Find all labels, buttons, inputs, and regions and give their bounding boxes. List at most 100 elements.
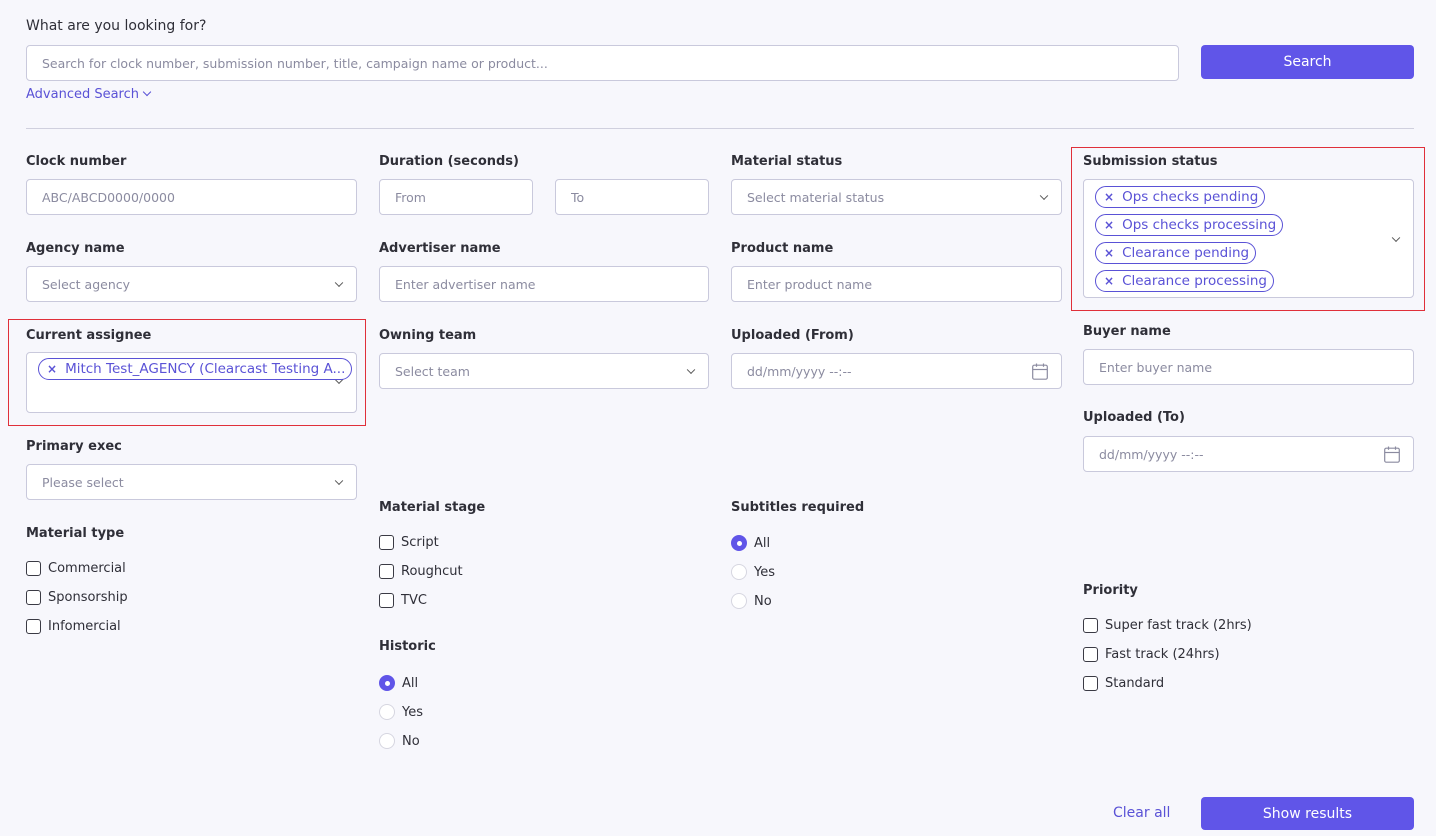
search-input[interactable] [26,45,1179,81]
duration-to-input[interactable] [555,179,709,215]
remove-tag-icon[interactable]: × [1104,190,1114,204]
option-label: Sponsorship [48,590,128,605]
advanced-search-label: Advanced Search [26,87,140,102]
tag-label: Clearance pending [1122,245,1250,261]
checkbox[interactable] [1083,676,1098,691]
chevron-down-icon [334,476,344,486]
tag-label: Ops checks pending [1122,189,1259,205]
clear-all-link[interactable]: Clear all [1113,805,1170,821]
material-status-label: Material status [731,154,843,169]
checkbox[interactable] [26,561,41,576]
option-label: Yes [402,704,423,720]
radio[interactable] [731,564,747,580]
search-heading: What are you looking for? [26,18,207,34]
product-name-input[interactable] [731,266,1062,302]
calendar-icon[interactable] [1384,446,1400,463]
radio-subtitles-no[interactable]: No [731,593,772,609]
subtitles-required-label: Subtitles required [731,500,865,515]
tag-label: Mitch Test_AGENCY (Clearcast Testing A..… [65,361,346,377]
checkbox[interactable] [379,593,394,608]
submission-status-multiselect[interactable]: × Ops checks pending × Ops checks processi… [1083,179,1414,298]
agency-select[interactable]: Select agency [26,266,357,302]
uploaded-from-input[interactable]: dd/mm/yyyy --:-- [731,353,1062,389]
radio-historic-yes[interactable]: Yes [379,704,423,720]
duration-from-input[interactable] [379,179,533,215]
calendar-icon[interactable] [1032,363,1048,380]
checkbox-super-fast-track[interactable]: Super fast track (2hrs) [1083,618,1252,633]
clock-number-label: Clock number [26,154,127,169]
buyer-name-label: Buyer name [1083,324,1171,339]
option-label: No [754,593,772,609]
radio-selected[interactable] [731,535,747,551]
option-label: No [402,733,420,749]
status-tag: × Clearance pending [1095,242,1257,264]
owning-team-placeholder: Select team [395,363,470,379]
radio[interactable] [731,593,747,609]
current-assignee-label: Current assignee [26,328,152,343]
radio-historic-all[interactable]: All [379,675,418,691]
option-label: Standard [1105,676,1165,691]
checkbox[interactable] [26,619,41,634]
checkbox[interactable] [379,564,394,579]
checkbox[interactable] [1083,618,1098,633]
primary-exec-label: Primary exec [26,439,122,454]
checkbox[interactable] [379,535,394,550]
product-name-label: Product name [731,241,834,256]
checkbox-tvc[interactable]: TVC [379,593,427,608]
priority-label: Priority [1083,583,1138,598]
uploaded-to-placeholder: dd/mm/yyyy --:-- [1099,446,1204,462]
option-label: TVC [401,593,427,608]
remove-tag-icon[interactable]: × [1104,218,1114,232]
uploaded-to-input[interactable]: dd/mm/yyyy --:-- [1083,436,1414,472]
checkbox-infomercial[interactable]: Infomercial [26,619,121,634]
advertiser-name-input[interactable] [379,266,709,302]
checkbox-script[interactable]: Script [379,535,439,550]
chevron-down-icon [1391,233,1401,242]
option-label: Roughcut [401,564,463,579]
chevron-down-icon [142,87,152,97]
radio[interactable] [379,733,395,749]
status-tag: × Ops checks processing [1095,214,1284,236]
owning-team-select[interactable]: Select team [379,353,709,389]
option-label: Fast track (24hrs) [1105,647,1220,662]
option-label: All [402,675,419,691]
option-label: Yes [754,564,775,580]
radio[interactable] [379,704,395,720]
uploaded-from-label: Uploaded (From) [731,328,854,343]
radio-historic-no[interactable]: No [379,733,420,749]
current-assignee-multiselect[interactable]: × Mitch Test_AGENCY (Clearcast Testing A.… [26,352,357,413]
chevron-down-icon [686,365,696,375]
agency-name-label: Agency name [26,241,125,256]
search-button[interactable]: Search [1201,45,1414,79]
agency-placeholder: Select agency [42,276,131,292]
radio-subtitles-yes[interactable]: Yes [731,564,775,580]
remove-tag-icon[interactable]: × [1104,246,1114,260]
radio-subtitles-all[interactable]: All [731,535,770,551]
chevron-down-icon [1039,191,1049,201]
buyer-name-input[interactable] [1083,349,1414,385]
checkbox-roughcut[interactable]: Roughcut [379,564,463,579]
status-tag: × Clearance processing [1095,270,1274,292]
checkbox-sponsorship[interactable]: Sponsorship [26,590,128,605]
chevron-down-icon [334,278,344,288]
remove-tag-icon[interactable]: × [1104,274,1114,288]
option-label: Script [401,535,439,550]
show-results-button[interactable]: Show results [1201,797,1414,830]
checkbox-commercial[interactable]: Commercial [26,561,126,576]
tag-label: Clearance processing [1122,273,1267,289]
assignee-tag: × Mitch Test_AGENCY (Clearcast Testing A.… [38,358,353,380]
owning-team-label: Owning team [379,328,477,343]
remove-tag-icon[interactable]: × [47,362,57,376]
radio-selected[interactable] [379,675,395,691]
checkbox[interactable] [26,590,41,605]
checkbox[interactable] [1083,647,1098,662]
primary-exec-select[interactable]: Please select [26,464,357,500]
checkbox-fast-track[interactable]: Fast track (24hrs) [1083,647,1220,662]
primary-exec-placeholder: Please select [42,474,124,490]
historic-label: Historic [379,639,436,654]
clock-number-input[interactable] [26,179,357,215]
material-status-select[interactable]: Select material status [731,179,1062,215]
advanced-search-toggle[interactable]: Advanced Search [26,87,152,102]
status-tag: × Ops checks pending [1095,186,1266,208]
checkbox-standard[interactable]: Standard [1083,676,1164,691]
